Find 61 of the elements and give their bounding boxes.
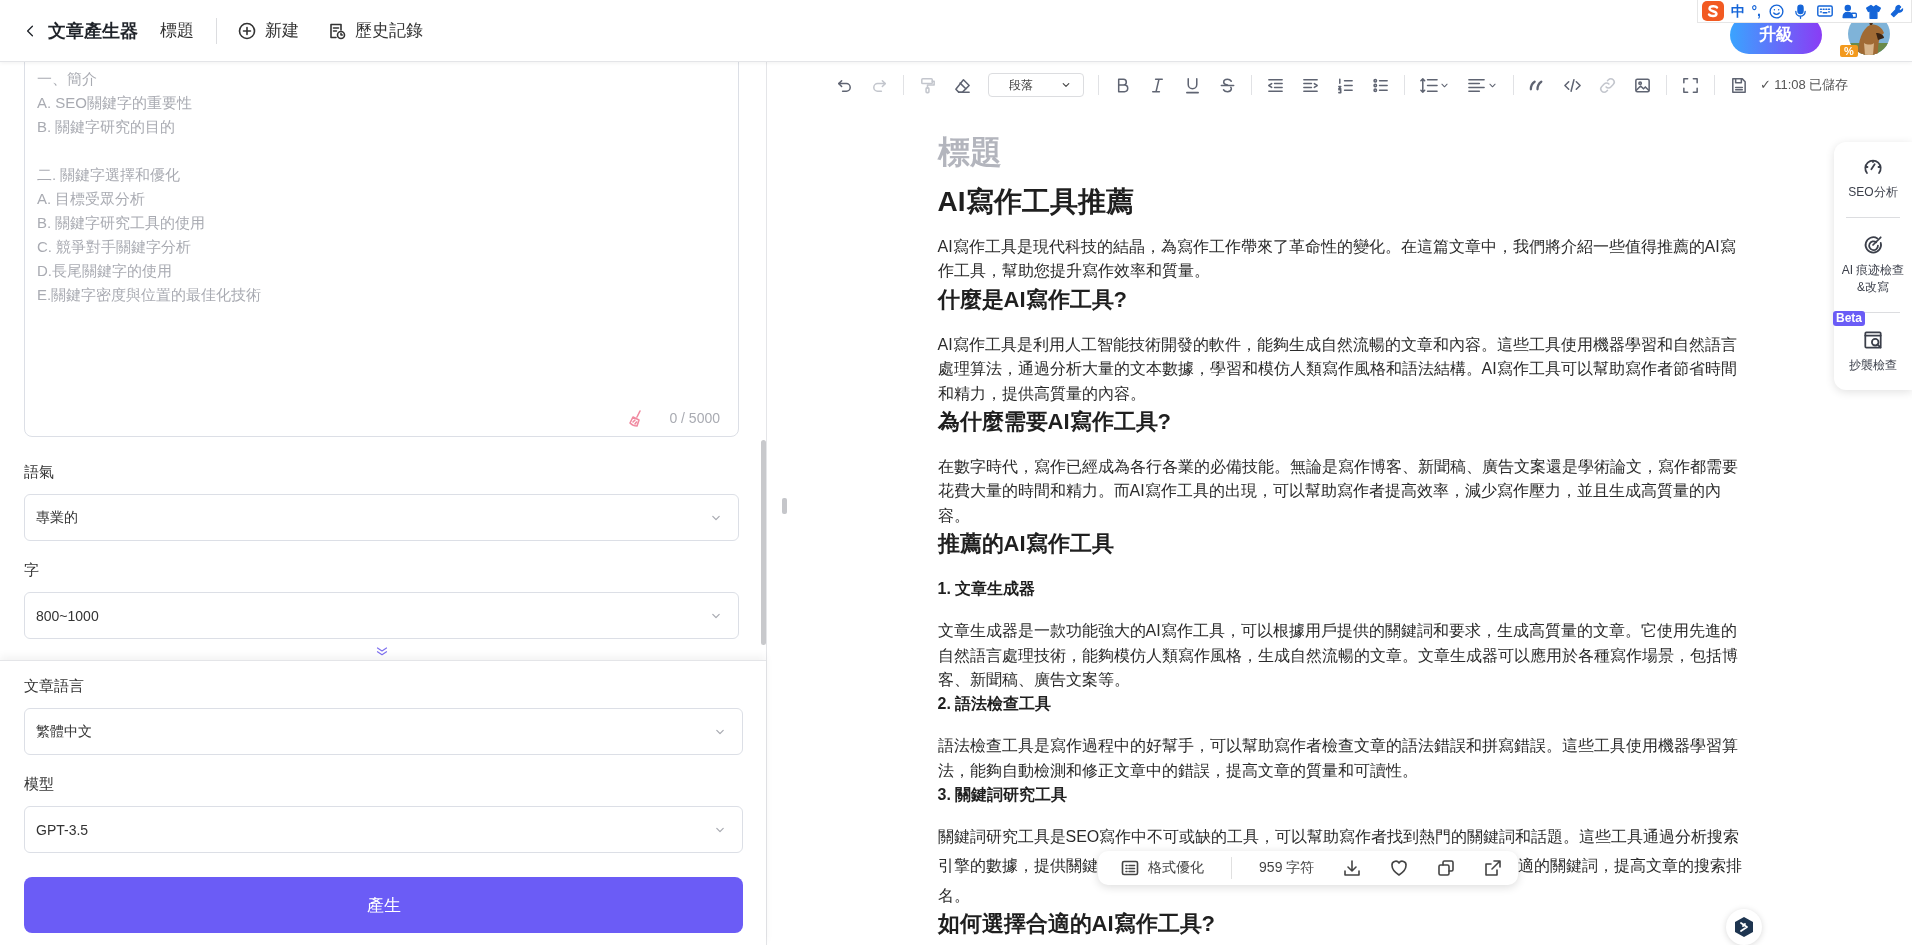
subsection-heading: 2. 語法檢查工具 — [937, 694, 1052, 715]
side-tool-button[interactable]: SEO分析 — [1848, 184, 1898, 201]
field-label: 文章語言 — [24, 677, 85, 696]
side-tool-button[interactable]: AI 痕迹檢查 &改寫 — [1841, 262, 1905, 296]
placeholder-line: 一、簡介 — [37, 69, 97, 89]
discount-badge: % — [1840, 44, 1858, 57]
paragraph-line: 關鍵詞研究工具是SEO寫作中不可或缺的工具，可以幫助寫作者找到熱門的關鍵詞和話題。這些工具通過分析搜索 — [937, 828, 1740, 846]
subsection-heading: 3. 關鍵詞研究工具 — [937, 785, 1068, 806]
history-button[interactable]: 歷史記錄 — [355, 19, 423, 42]
placeholder-line: C. 競爭對手關鍵字分析 — [37, 237, 192, 257]
word-count: 959 字符 — [1259, 858, 1315, 877]
paragraph-line: 適的關鍵詞，提高文章的搜索排 — [1517, 856, 1742, 877]
hexagon-arrow-icon — [1732, 915, 1756, 939]
beta-badge: Beta — [1833, 311, 1865, 326]
paragraph-line: 名。 — [937, 886, 970, 904]
download-icon[interactable] — [1341, 857, 1362, 878]
generate-button[interactable]: 產生 — [24, 877, 743, 933]
field-label: 模型 — [24, 775, 55, 794]
paragraph: AI寫作工具是利用人工智能技術開發的軟件，能夠生成自然流暢的文章和內容。這些工具使用機器學習和自然語言處理算法，通過分析大量的文本數據，學習和模仿人類寫作風格和語法結構。AI寫作工具可以幫助寫作者節省時間和精力，提供高質量的內容。 — [937, 334, 1738, 404]
target-icon[interactable] — [1862, 234, 1884, 256]
subsection-heading: 1. 文章生成器 — [937, 579, 1036, 600]
placeholder-line: A. 目標受眾分析 — [37, 189, 146, 209]
resize-handle[interactable] — [782, 498, 787, 514]
field-label: 字 — [24, 561, 40, 580]
paragraph: 文章生成器是一款功能強大的AI寫作工具，可以根據用戶提供的關鍵詞和要求，生成高質量的文章。它使用先進的自然語言處理技術，能夠模仿人類寫作風格，生成自然流暢的文章。文章生成器可以應用於各種寫作場景，包括博客、新聞稿、廣告文案等。 — [937, 621, 1739, 691]
paragraph-line: 引擎的數據，提供關鍵 — [937, 856, 1098, 877]
field-label: 語氣 — [24, 463, 55, 482]
plus-circle-icon[interactable] — [237, 20, 257, 41]
character-counter: 0 / 5000 — [669, 410, 720, 426]
fullscreen-icon[interactable] — [1680, 75, 1700, 95]
new-button[interactable]: 新建 — [265, 19, 299, 42]
save-status: ✓ 11:08 已儲存 — [1759, 76, 1849, 94]
paragraph: 在數字時代，寫作已經成為各行各業的必備技能。無論是寫作博客、新聞稿、廣告文案還是學術論文，寫作都需要花費大量的時間和精力。而AI寫作工具的出現，可以幫助寫作者提高效率，減少寫作壓力，並且生成高質量的內容。 — [937, 457, 1739, 526]
placeholder-line: E.關鍵字密度與位置的最佳化技術 — [37, 285, 262, 305]
document-title: 標題 — [160, 20, 194, 42]
side-tool-button[interactable]: 抄襲檢查 — [1849, 357, 1897, 374]
placeholder-line: A. SEO關鍵字的重要性 — [37, 93, 193, 113]
paragraph: AI寫作工具是現代科技的結晶，為寫作工作帶來了革命性的變化。在這篇文章中，我們將介紹一些值得推薦的AI寫作工具，幫助您提升寫作效率和質量。 — [937, 237, 1737, 282]
dropdown-field[interactable]: 專業的 — [24, 494, 739, 541]
magnifier-window-icon[interactable] — [1862, 329, 1884, 351]
placeholder-line: B. 關鍵字研究工具的使用 — [37, 213, 206, 233]
placeholder-line: D.長尾關鍵字的使用 — [37, 261, 172, 281]
section-heading: 什麼是AI寫作工具? — [937, 285, 1127, 314]
line-height-icon[interactable] — [1418, 75, 1438, 95]
dropdown-field[interactable]: 800~1000 — [24, 592, 739, 639]
format-optimize-button[interactable]: 格式優化 — [1147, 858, 1204, 877]
assistant-button[interactable] — [1726, 909, 1762, 945]
section-heading: 推薦的AI寫作工具 — [937, 530, 1114, 559]
placeholder-line: B. 關鍵字研究的目的 — [37, 117, 176, 137]
heart-icon[interactable] — [1388, 857, 1409, 878]
copy-icon[interactable] — [1436, 857, 1457, 878]
article-heading: AI寫作工具推薦 — [937, 185, 1134, 219]
dropdown-field[interactable]: GPT-3.5 — [24, 806, 743, 853]
external-link-icon[interactable] — [1483, 857, 1504, 878]
dropdown-field[interactable]: 繁體中文 — [24, 708, 743, 755]
placeholder-line: 二. 關鍵字選擇和優化 — [37, 165, 181, 185]
app-title: 文章產生器 — [48, 19, 138, 43]
paragraph-style-dropdown[interactable]: 段落 — [987, 73, 1084, 97]
section-heading: 為什麼需要AI寫作工具? — [937, 408, 1171, 437]
paragraph: 語法檢查工具是寫作過程中的好幫手，可以幫助寫作者檢查文章的語法錯誤和拼寫錯誤。這些工具使用機器學習算法，能夠自動檢測和修正文章中的錯誤，提高文章的質量和可讀性。 — [937, 736, 1739, 781]
section-heading: 如何選擇合適的AI寫作工具? — [937, 910, 1215, 939]
